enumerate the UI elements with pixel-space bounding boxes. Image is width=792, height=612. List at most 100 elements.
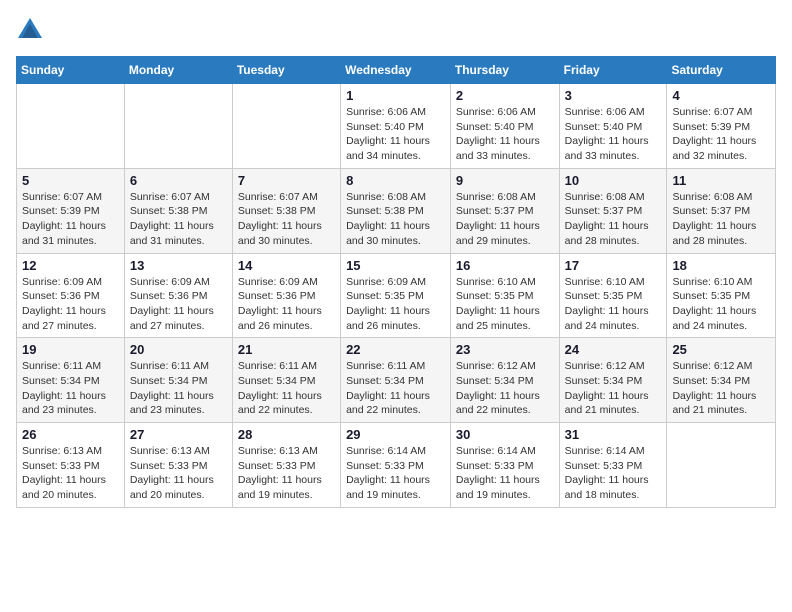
day-number: 5 (22, 173, 119, 188)
calendar-cell: 21 Sunrise: 6:11 AMSunset: 5:34 PMDayligh… (232, 338, 340, 423)
calendar-cell: 27 Sunrise: 6:13 AMSunset: 5:33 PMDayligh… (124, 423, 232, 508)
calendar-cell: 2 Sunrise: 6:06 AMSunset: 5:40 PMDaylight… (450, 84, 559, 169)
calendar-cell: 30Sunrise: 6:14 AMSunset: 5:33 PMDayligh… (450, 423, 559, 508)
calendar-cell: 4 Sunrise: 6:07 AMSunset: 5:39 PMDaylight… (667, 84, 776, 169)
calendar-cell: 24 Sunrise: 6:12 AMSunset: 5:34 PMDayligh… (559, 338, 667, 423)
day-info: Sunrise: 6:11 AMSunset: 5:34 PMDaylight:… (346, 359, 445, 418)
day-number: 11 (672, 173, 770, 188)
day-number: 19 (22, 342, 119, 357)
day-info: Sunrise: 6:07 AMSunset: 5:39 PMDaylight:… (22, 190, 119, 249)
day-number: 10 (565, 173, 662, 188)
day-info: Sunrise: 6:06 AMSunset: 5:40 PMDaylight:… (456, 105, 554, 164)
calendar-cell: 13 Sunrise: 6:09 AMSunset: 5:36 PMDayligh… (124, 253, 232, 338)
calendar-cell: 23Sunrise: 6:12 AMSunset: 5:34 PMDayligh… (450, 338, 559, 423)
day-info: Sunrise: 6:08 AMSunset: 5:37 PMDaylight:… (565, 190, 662, 249)
day-info: Sunrise: 6:06 AMSunset: 5:40 PMDaylight:… (346, 105, 445, 164)
day-info: Sunrise: 6:11 AMSunset: 5:34 PMDaylight:… (22, 359, 119, 418)
day-number: 22 (346, 342, 445, 357)
calendar-header-row: SundayMondayTuesdayWednesdayThursdayFrid… (17, 57, 776, 84)
day-info: Sunrise: 6:07 AMSunset: 5:38 PMDaylight:… (130, 190, 227, 249)
calendar-cell: 19 Sunrise: 6:11 AMSunset: 5:34 PMDayligh… (17, 338, 125, 423)
calendar-cell: 20 Sunrise: 6:11 AMSunset: 5:34 PMDayligh… (124, 338, 232, 423)
calendar-week-5: 26 Sunrise: 6:13 AMSunset: 5:33 PMDayligh… (17, 423, 776, 508)
day-number: 17 (565, 258, 662, 273)
calendar-cell: 1 Sunrise: 6:06 AMSunset: 5:40 PMDaylight… (341, 84, 451, 169)
calendar-cell: 17 Sunrise: 6:10 AMSunset: 5:35 PMDayligh… (559, 253, 667, 338)
day-number: 16 (456, 258, 554, 273)
day-number: 3 (565, 88, 662, 103)
day-number: 28 (238, 427, 335, 442)
day-header-thursday: Thursday (450, 57, 559, 84)
day-number: 13 (130, 258, 227, 273)
day-header-saturday: Saturday (667, 57, 776, 84)
calendar-table: SundayMondayTuesdayWednesdayThursdayFrid… (16, 56, 776, 508)
calendar-cell: 15 Sunrise: 6:09 AMSunset: 5:35 PMDayligh… (341, 253, 451, 338)
calendar-cell: 9 Sunrise: 6:08 AMSunset: 5:37 PMDaylight… (450, 168, 559, 253)
day-info: Sunrise: 6:10 AMSunset: 5:35 PMDaylight:… (456, 275, 554, 334)
calendar-cell: 31 Sunrise: 6:14 AMSunset: 5:33 PMDayligh… (559, 423, 667, 508)
day-info: Sunrise: 6:13 AMSunset: 5:33 PMDaylight:… (238, 444, 335, 503)
day-number: 26 (22, 427, 119, 442)
day-number: 9 (456, 173, 554, 188)
day-info: Sunrise: 6:14 AMSunset: 5:33 PMDaylight:… (456, 444, 554, 503)
page-header (16, 16, 776, 44)
day-number: 4 (672, 88, 770, 103)
calendar-week-4: 19 Sunrise: 6:11 AMSunset: 5:34 PMDayligh… (17, 338, 776, 423)
calendar-cell: 7 Sunrise: 6:07 AMSunset: 5:38 PMDaylight… (232, 168, 340, 253)
calendar-cell: 25Sunrise: 6:12 AMSunset: 5:34 PMDayligh… (667, 338, 776, 423)
day-number: 7 (238, 173, 335, 188)
day-info: Sunrise: 6:14 AMSunset: 5:33 PMDaylight:… (565, 444, 662, 503)
day-info: Sunrise: 6:09 AMSunset: 5:35 PMDaylight:… (346, 275, 445, 334)
calendar-cell: 11Sunrise: 6:08 AMSunset: 5:37 PMDayligh… (667, 168, 776, 253)
day-info: Sunrise: 6:09 AMSunset: 5:36 PMDaylight:… (238, 275, 335, 334)
day-info: Sunrise: 6:07 AMSunset: 5:38 PMDaylight:… (238, 190, 335, 249)
day-info: Sunrise: 6:09 AMSunset: 5:36 PMDaylight:… (22, 275, 119, 334)
day-header-tuesday: Tuesday (232, 57, 340, 84)
day-info: Sunrise: 6:07 AMSunset: 5:39 PMDaylight:… (672, 105, 770, 164)
day-number: 20 (130, 342, 227, 357)
calendar-cell: 29Sunrise: 6:14 AMSunset: 5:33 PMDayligh… (341, 423, 451, 508)
calendar-cell: 22 Sunrise: 6:11 AMSunset: 5:34 PMDayligh… (341, 338, 451, 423)
day-info: Sunrise: 6:09 AMSunset: 5:36 PMDaylight:… (130, 275, 227, 334)
day-number: 31 (565, 427, 662, 442)
day-info: Sunrise: 6:13 AMSunset: 5:33 PMDaylight:… (130, 444, 227, 503)
calendar-cell (124, 84, 232, 169)
day-number: 23 (456, 342, 554, 357)
day-number: 12 (22, 258, 119, 273)
day-info: Sunrise: 6:12 AMSunset: 5:34 PMDaylight:… (565, 359, 662, 418)
calendar-cell (232, 84, 340, 169)
calendar-cell (17, 84, 125, 169)
day-info: Sunrise: 6:08 AMSunset: 5:38 PMDaylight:… (346, 190, 445, 249)
calendar-cell: 10 Sunrise: 6:08 AMSunset: 5:37 PMDayligh… (559, 168, 667, 253)
day-info: Sunrise: 6:11 AMSunset: 5:34 PMDaylight:… (130, 359, 227, 418)
day-header-friday: Friday (559, 57, 667, 84)
calendar-cell (667, 423, 776, 508)
day-number: 15 (346, 258, 445, 273)
day-number: 25 (672, 342, 770, 357)
day-number: 6 (130, 173, 227, 188)
calendar-cell: 3Sunrise: 6:06 AMSunset: 5:40 PMDaylight… (559, 84, 667, 169)
day-number: 24 (565, 342, 662, 357)
day-info: Sunrise: 6:11 AMSunset: 5:34 PMDaylight:… (238, 359, 335, 418)
day-info: Sunrise: 6:08 AMSunset: 5:37 PMDaylight:… (456, 190, 554, 249)
calendar-week-1: 1 Sunrise: 6:06 AMSunset: 5:40 PMDaylight… (17, 84, 776, 169)
calendar-cell: 6 Sunrise: 6:07 AMSunset: 5:38 PMDaylight… (124, 168, 232, 253)
day-number: 29 (346, 427, 445, 442)
calendar-cell: 26 Sunrise: 6:13 AMSunset: 5:33 PMDayligh… (17, 423, 125, 508)
day-number: 27 (130, 427, 227, 442)
day-header-monday: Monday (124, 57, 232, 84)
day-number: 2 (456, 88, 554, 103)
calendar-cell: 28 Sunrise: 6:13 AMSunset: 5:33 PMDayligh… (232, 423, 340, 508)
calendar-cell: 5 Sunrise: 6:07 AMSunset: 5:39 PMDaylight… (17, 168, 125, 253)
day-header-wednesday: Wednesday (341, 57, 451, 84)
calendar-cell: 16 Sunrise: 6:10 AMSunset: 5:35 PMDayligh… (450, 253, 559, 338)
day-info: Sunrise: 6:13 AMSunset: 5:33 PMDaylight:… (22, 444, 119, 503)
day-header-sunday: Sunday (17, 57, 125, 84)
day-info: Sunrise: 6:10 AMSunset: 5:35 PMDaylight:… (565, 275, 662, 334)
calendar-week-2: 5 Sunrise: 6:07 AMSunset: 5:39 PMDaylight… (17, 168, 776, 253)
day-number: 8 (346, 173, 445, 188)
calendar-cell: 8 Sunrise: 6:08 AMSunset: 5:38 PMDaylight… (341, 168, 451, 253)
day-info: Sunrise: 6:10 AMSunset: 5:35 PMDaylight:… (672, 275, 770, 334)
day-number: 21 (238, 342, 335, 357)
day-number: 1 (346, 88, 445, 103)
